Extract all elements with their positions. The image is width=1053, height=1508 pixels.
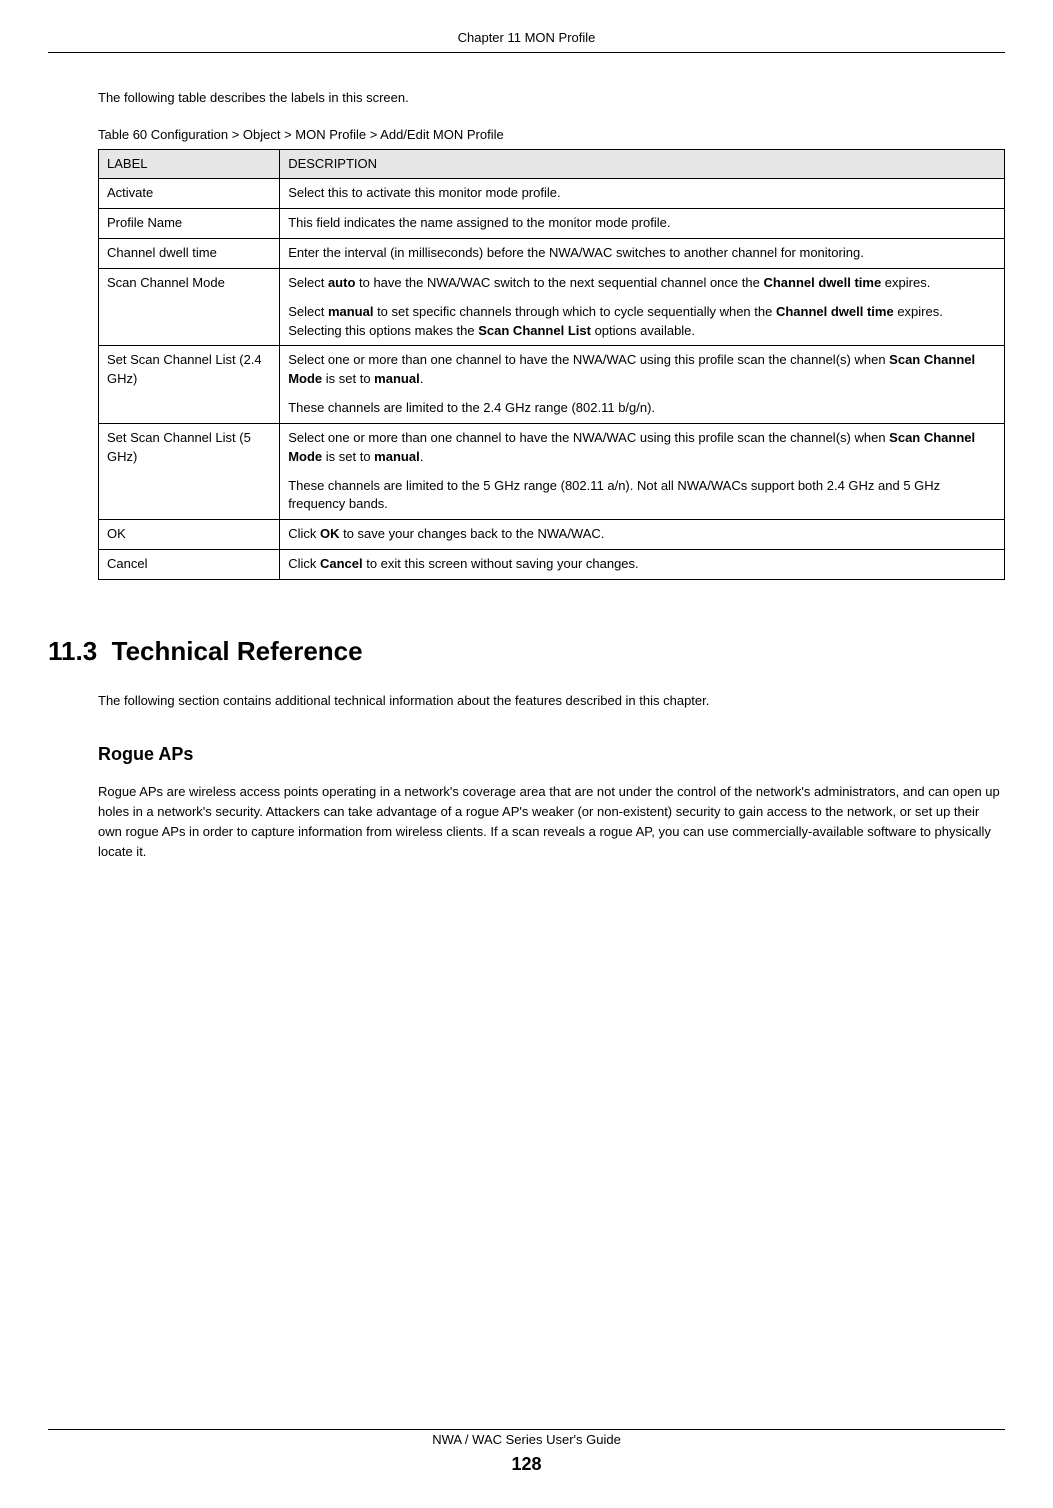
desc-paragraph: Select auto to have the NWA/WAC switch t… — [288, 274, 996, 293]
section-intro: The following section contains additiona… — [98, 691, 1005, 711]
table-row: Cancel Click Cancel to exit this screen w… — [99, 550, 1005, 580]
desc-paragraph: Enter the interval (in milliseconds) bef… — [288, 244, 996, 263]
table-row: Activate Select this to activate this mon… — [99, 179, 1005, 209]
page-header: Chapter 11 MON Profile — [0, 0, 1053, 48]
section-body: The following section contains additiona… — [98, 691, 1005, 862]
footer-page-number: 128 — [0, 1451, 1053, 1478]
section-heading: 11.3 Technical Reference — [48, 632, 1005, 671]
subsection-text: Rogue APs are wireless access points ope… — [98, 782, 1005, 863]
cell-description: Select this to activate this monitor mod… — [280, 179, 1005, 209]
cell-label: OK — [99, 520, 280, 550]
cell-label: Channel dwell time — [99, 239, 280, 269]
footer-guide-title: NWA / WAC Series User's Guide — [0, 1430, 1053, 1450]
table-row: OK Click OK to save your changes back to … — [99, 520, 1005, 550]
table-row: Set Scan Channel List (2.4 GHz)Select on… — [99, 346, 1005, 424]
cell-description: Select one or more than one channel to h… — [280, 346, 1005, 424]
desc-paragraph: These channels are limited to the 5 GHz … — [288, 477, 996, 515]
table-row: Set Scan Channel List (5 GHz)Select one … — [99, 423, 1005, 519]
page-footer: NWA / WAC Series User's Guide 128 — [0, 1430, 1053, 1479]
cell-label: Profile Name — [99, 209, 280, 239]
config-table: LABEL DESCRIPTION Activate Select this to… — [98, 149, 1005, 581]
desc-paragraph: Click OK to save your changes back to th… — [288, 525, 996, 544]
section-number: 11.3 — [48, 636, 97, 666]
desc-paragraph: This field indicates the name assigned t… — [288, 214, 996, 233]
cell-description: Select one or more than one channel to h… — [280, 423, 1005, 519]
col-header-label: LABEL — [99, 149, 280, 179]
desc-paragraph: Select manual to set specific channels t… — [288, 303, 996, 341]
cell-description: Enter the interval (in milliseconds) bef… — [280, 239, 1005, 269]
cell-label: Activate — [99, 179, 280, 209]
cell-description: Select auto to have the NWA/WAC switch t… — [280, 268, 1005, 346]
table-row: Scan Channel Mode Select auto to have the… — [99, 268, 1005, 346]
table-row: Profile Name This field indicates the nam… — [99, 209, 1005, 239]
table-section: The following table describes the labels… — [98, 88, 1005, 581]
chapter-title: Chapter 11 MON Profile — [458, 30, 596, 45]
cell-label: Cancel — [99, 550, 280, 580]
desc-paragraph: These channels are limited to the 2.4 GH… — [288, 399, 996, 418]
col-header-description: DESCRIPTION — [280, 149, 1005, 179]
cell-label: Set Scan Channel List (2.4 GHz) — [99, 346, 280, 424]
cell-description: Click OK to save your changes back to th… — [280, 520, 1005, 550]
desc-paragraph: Select one or more than one channel to h… — [288, 351, 996, 389]
cell-description: Click Cancel to exit this screen without… — [280, 550, 1005, 580]
table-header-row: LABEL DESCRIPTION — [99, 149, 1005, 179]
desc-paragraph: Select one or more than one channel to h… — [288, 429, 996, 467]
page-content: The following table describes the labels… — [0, 53, 1053, 863]
desc-paragraph: Select this to activate this monitor mod… — [288, 184, 996, 203]
section-title: Technical Reference — [112, 636, 363, 666]
cell-description: This field indicates the name assigned t… — [280, 209, 1005, 239]
cell-label: Scan Channel Mode — [99, 268, 280, 346]
table-row: Channel dwell time Enter the interval (in… — [99, 239, 1005, 269]
subsection-heading: Rogue APs — [98, 741, 1005, 768]
desc-paragraph: Click Cancel to exit this screen without… — [288, 555, 996, 574]
table-caption: Table 60 Configuration > Object > MON Pr… — [98, 125, 1005, 145]
intro-text: The following table describes the labels… — [98, 88, 1005, 108]
cell-label: Set Scan Channel List (5 GHz) — [99, 423, 280, 519]
